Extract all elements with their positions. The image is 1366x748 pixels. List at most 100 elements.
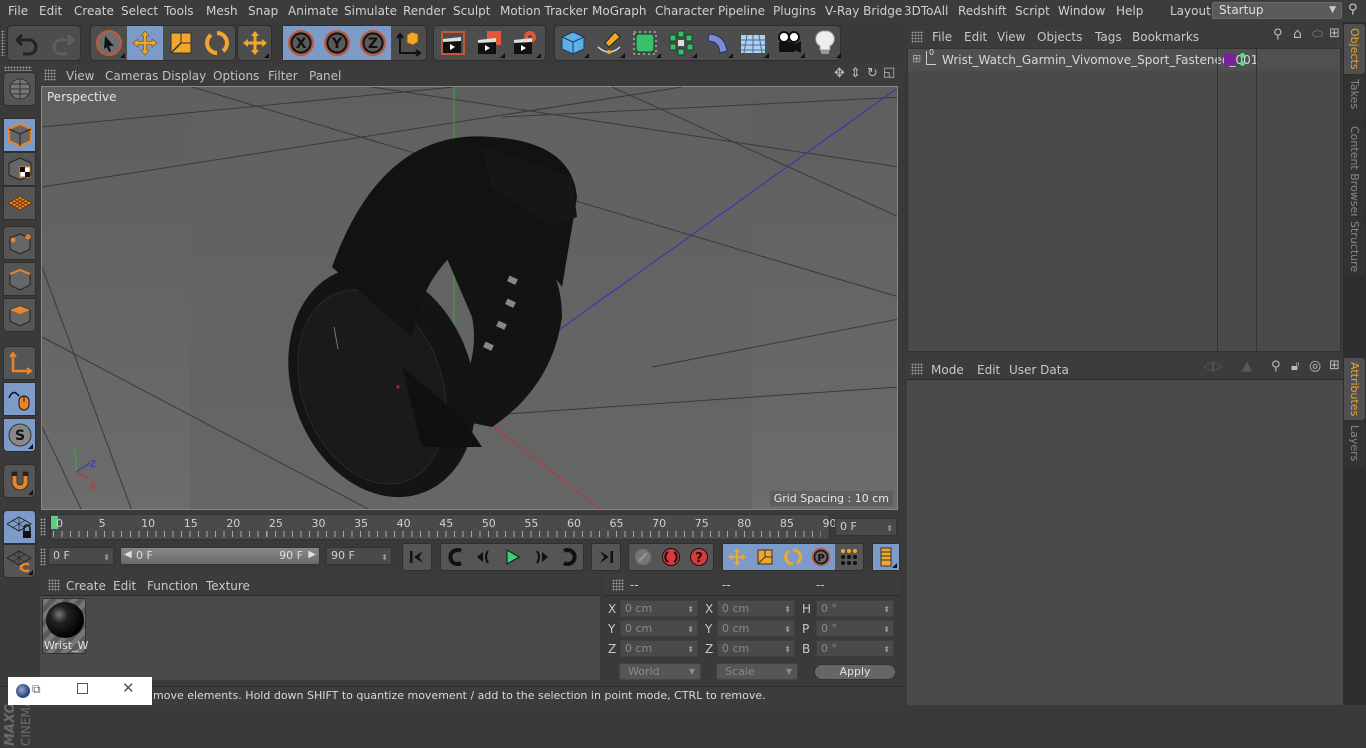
- lock-icon[interactable]: 🔓︎: [1291, 359, 1299, 374]
- texture-mode-button[interactable]: [3, 152, 36, 186]
- close-icon[interactable]: ✕: [122, 679, 135, 697]
- timeline-grip[interactable]: [40, 518, 46, 536]
- search-icon[interactable]: ⚲: [1271, 359, 1281, 374]
- menu-character[interactable]: Character: [655, 4, 714, 18]
- coordinate-system-button[interactable]: [391, 26, 427, 60]
- next-key-button[interactable]: [555, 544, 583, 570]
- object-manager-grip[interactable]: [911, 31, 923, 43]
- menu-sculpt[interactable]: Sculpt: [453, 4, 490, 18]
- position-x-field[interactable]: 0 cm ⬍: [620, 600, 698, 617]
- make-editable-button[interactable]: [3, 72, 36, 106]
- new-panel-icon[interactable]: ⊞: [1329, 358, 1340, 373]
- workplane-mode-button[interactable]: [3, 186, 36, 220]
- range-right-arrow-icon[interactable]: ▶: [308, 549, 316, 560]
- z-axis-button[interactable]: Z: [355, 26, 391, 60]
- key-parameter-button[interactable]: P: [807, 544, 835, 570]
- attributes-menu-user-data[interactable]: User Data: [1009, 363, 1069, 377]
- material-item[interactable]: Wrist_W: [42, 598, 88, 654]
- tab-takes[interactable]: Takes: [1344, 75, 1365, 121]
- previous-frame-button[interactable]: [470, 544, 498, 570]
- camera-button[interactable]: [771, 26, 807, 60]
- play-button[interactable]: [498, 544, 526, 570]
- render-settings-button[interactable]: [507, 26, 543, 60]
- material-grip[interactable]: [48, 579, 60, 591]
- menu-window[interactable]: Window: [1058, 4, 1105, 18]
- cloner-button[interactable]: [663, 26, 699, 60]
- objects-menu-view[interactable]: View: [997, 30, 1025, 44]
- menu-select[interactable]: Select: [121, 4, 158, 18]
- render-picture-viewer-button[interactable]: [471, 26, 507, 60]
- editor-visibility-dot[interactable]: [1240, 53, 1245, 58]
- material-menu-texture[interactable]: Texture: [206, 579, 250, 593]
- maximize-icon[interactable]: ◱: [883, 65, 895, 80]
- key-scale-button[interactable]: [751, 544, 779, 570]
- scale-tool-button[interactable]: [163, 26, 199, 60]
- new-panel-icon[interactable]: ⊞: [1329, 26, 1340, 41]
- key-pla-button[interactable]: [835, 544, 863, 570]
- back-arrow-icon[interactable]: ◁▷: [1203, 359, 1223, 374]
- x-axis-button[interactable]: X: [283, 26, 319, 60]
- menu-snap[interactable]: Snap: [248, 4, 278, 18]
- cube-button[interactable]: [555, 26, 591, 60]
- attributes-menu-edit[interactable]: Edit: [977, 363, 1000, 377]
- menu-file[interactable]: File: [8, 4, 28, 18]
- position-y-field[interactable]: 0 cm ⬍: [620, 620, 698, 637]
- coordinates-grip[interactable]: [612, 579, 624, 591]
- frame-range-slider[interactable]: ◀ 0 F 90 F ▶: [120, 547, 320, 565]
- move-tool-button[interactable]: [127, 26, 163, 60]
- render-view-button[interactable]: [435, 26, 471, 60]
- viewport-menu-options[interactable]: Options: [213, 69, 259, 83]
- timeline-window-button[interactable]: [873, 544, 899, 570]
- menu-script[interactable]: Script: [1015, 4, 1050, 18]
- model-mode-button[interactable]: [3, 118, 36, 152]
- attribute-manager-grip[interactable]: [911, 363, 923, 375]
- menu-plugins[interactable]: Plugins: [773, 4, 816, 18]
- polygons-mode-button[interactable]: [3, 298, 36, 332]
- viewport-menu-filter[interactable]: Filter: [268, 69, 298, 83]
- objects-menu-tags[interactable]: Tags: [1095, 30, 1122, 44]
- points-mode-button[interactable]: [3, 226, 36, 260]
- camera-label[interactable]: Perspective: [44, 89, 120, 105]
- redo-button[interactable]: [45, 26, 81, 60]
- keyframe-selection-button[interactable]: ?: [685, 544, 713, 570]
- palette-grip[interactable]: [4, 66, 32, 71]
- rotation-p-field[interactable]: 0 ° ⬍: [816, 620, 894, 637]
- go-to-end-button[interactable]: [592, 544, 620, 570]
- size-x-field[interactable]: 0 cm ⬍: [717, 600, 795, 617]
- menu-motion-tracker[interactable]: Motion Tracker: [500, 4, 588, 18]
- objects-menu-edit[interactable]: Edit: [964, 30, 987, 44]
- orbit-icon[interactable]: ↻: [867, 66, 878, 81]
- range-left-arrow-icon[interactable]: ◀: [124, 549, 132, 560]
- layer-color-swatch[interactable]: [1224, 54, 1235, 65]
- key-rotation-button[interactable]: [779, 544, 807, 570]
- menu-pipeline[interactable]: Pipeline: [718, 4, 765, 18]
- object-row[interactable]: ⊞ 0 Wrist_Watch_Garmin_Vivomove_Sport_Fa…: [908, 48, 1340, 71]
- eye-toggle-icon[interactable]: ⬭: [1312, 27, 1323, 42]
- restore-icon[interactable]: ⧉: [32, 682, 41, 697]
- viewport-menu-view[interactable]: View: [66, 69, 94, 83]
- target-icon[interactable]: ◎: [1309, 358, 1321, 374]
- size-mode-dropdown[interactable]: Scale ▼: [716, 663, 798, 680]
- position-z-field[interactable]: 0 cm ⬍: [620, 640, 698, 657]
- rotate-tool-button[interactable]: [199, 26, 235, 60]
- edges-mode-button[interactable]: [3, 262, 36, 296]
- pan-icon[interactable]: ✥: [834, 66, 845, 81]
- viewport-menu-panel[interactable]: Panel: [309, 69, 341, 83]
- maximize-window-icon[interactable]: [77, 683, 88, 694]
- snap-button[interactable]: [3, 464, 36, 498]
- up-arrow-icon[interactable]: ▲: [1242, 359, 1252, 374]
- coordinate-space-dropdown[interactable]: World ▼: [619, 663, 701, 680]
- search-icon[interactable]: ⚲: [1273, 27, 1283, 42]
- menu-create[interactable]: Create: [74, 4, 114, 18]
- objects-menu-bookmarks[interactable]: Bookmarks: [1132, 30, 1199, 44]
- tab-attributes[interactable]: Attributes: [1344, 358, 1365, 420]
- menu-edit[interactable]: Edit: [39, 4, 62, 18]
- tab-content-browser[interactable]: Content Browser: [1344, 122, 1365, 216]
- next-frame-button[interactable]: [527, 544, 555, 570]
- menu-simulate[interactable]: Simulate: [344, 4, 397, 18]
- menu-mograph[interactable]: MoGraph: [592, 4, 647, 18]
- material-menu-edit[interactable]: Edit: [113, 579, 136, 593]
- 3d-viewport[interactable]: Y Z X Perspective Grid Spacing : 10 cm: [41, 86, 898, 510]
- viewport-menu-display[interactable]: Display: [162, 69, 206, 83]
- dolly-icon[interactable]: ⇕: [850, 66, 861, 81]
